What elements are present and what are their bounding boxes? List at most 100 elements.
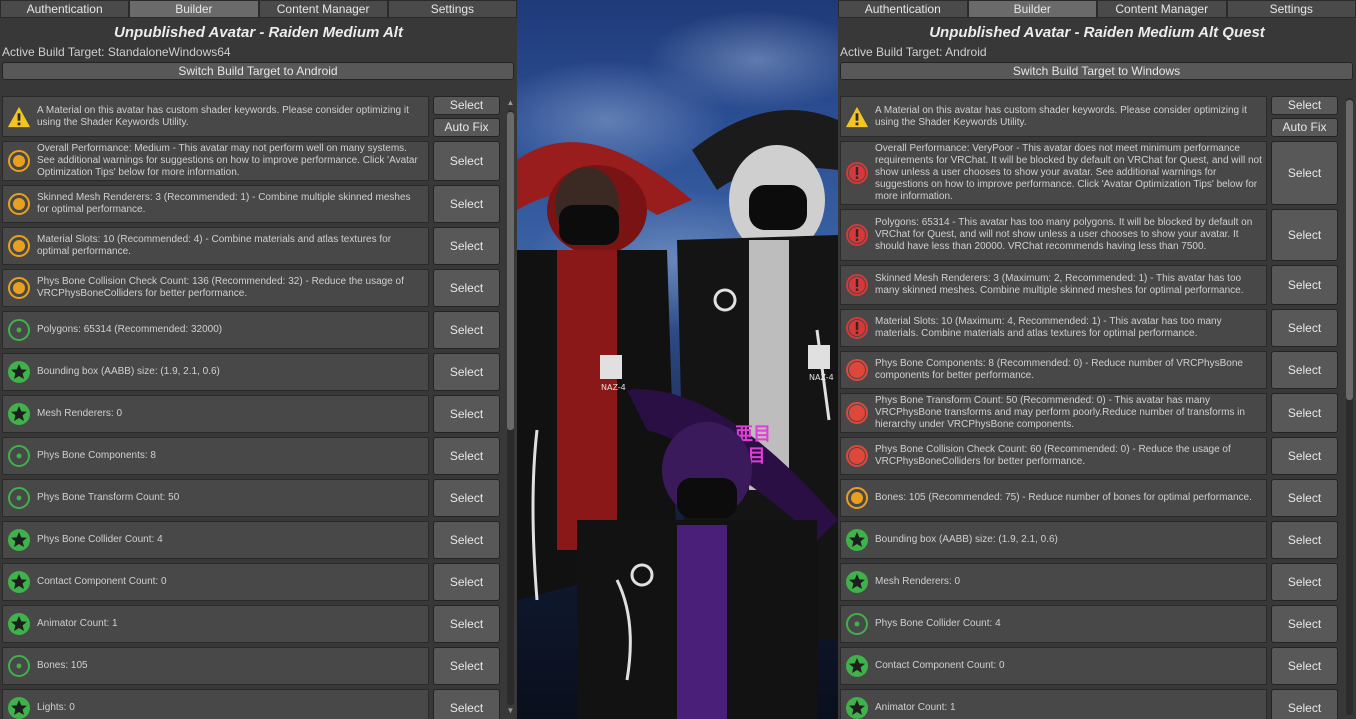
row-actions: Select bbox=[433, 311, 500, 349]
select-button[interactable]: Select bbox=[1271, 647, 1338, 685]
select-button[interactable]: Select bbox=[1271, 96, 1338, 115]
performance-message-text: Phys Bone Collider Count: 4 bbox=[875, 618, 1001, 629]
performance-message: Polygons: 65314 - This avatar has too ma… bbox=[840, 209, 1267, 261]
scroll-up-arrow[interactable]: ▲ bbox=[506, 98, 515, 107]
chest-patch-text: NAZ-4 bbox=[809, 373, 834, 382]
performance-row: Bounding box (AABB) size: (1.9, 2.1, 0.6… bbox=[2, 353, 503, 391]
poor-rating-icon bbox=[845, 358, 869, 382]
performance-row: Overall Performance: Medium - This avata… bbox=[2, 141, 503, 181]
performance-row: Skinned Mesh Renderers: 3 (Recommended: … bbox=[2, 185, 503, 223]
performance-message-text: Bounding box (AABB) size: (1.9, 2.1, 0.6… bbox=[37, 366, 220, 377]
switch-build-target-button[interactable]: Switch Build Target to Windows bbox=[840, 62, 1353, 80]
face-mask bbox=[749, 185, 807, 230]
select-button[interactable]: Select bbox=[1271, 141, 1338, 205]
performance-message: Skinned Mesh Renderers: 3 (Maximum: 2, R… bbox=[840, 265, 1267, 305]
switch-build-target-button[interactable]: Switch Build Target to Android bbox=[2, 62, 514, 80]
row-actions: Select bbox=[1271, 563, 1338, 601]
excellent-rating-icon bbox=[7, 360, 31, 384]
auto-fix-button[interactable]: Auto Fix bbox=[1271, 118, 1338, 137]
performance-message: Bounding box (AABB) size: (1.9, 2.1, 0.6… bbox=[2, 353, 429, 391]
performance-row: Bones: 105 (Recommended: 75) - Reduce nu… bbox=[840, 479, 1352, 517]
performance-message-text: Overall Performance: VeryPoor - This ava… bbox=[875, 143, 1262, 202]
performance-message: Mesh Renderers: 0 bbox=[840, 563, 1267, 601]
row-actions: Select bbox=[1271, 437, 1338, 475]
select-button[interactable]: Select bbox=[1271, 563, 1338, 601]
auto-fix-button[interactable]: Auto Fix bbox=[433, 118, 500, 137]
avatar-preview-image: 亜目 5目 NAZ-4 NAZ-4 bbox=[517, 10, 838, 719]
performance-message: Material Slots: 10 (Maximum: 4, Recommen… bbox=[840, 309, 1267, 347]
performance-row: Overall Performance: VeryPoor - This ava… bbox=[840, 141, 1352, 205]
row-actions: Select bbox=[433, 689, 500, 719]
select-button[interactable]: Select bbox=[433, 353, 500, 391]
warning-icon bbox=[845, 105, 869, 129]
performance-message: Skinned Mesh Renderers: 3 (Recommended: … bbox=[2, 185, 429, 223]
performance-message: Phys Bone Components: 8 bbox=[2, 437, 429, 475]
performance-message: Phys Bone Collision Check Count: 60 (Rec… bbox=[840, 437, 1267, 475]
performance-row: Phys Bone Collider Count: 4 Select bbox=[840, 605, 1352, 643]
tab-authentication[interactable]: Authentication bbox=[0, 0, 130, 18]
performance-message-text: Contact Component Count: 0 bbox=[875, 660, 1005, 671]
scrollbar[interactable] bbox=[1345, 98, 1354, 715]
performance-message-text: Skinned Mesh Renderers: 3 (Recommended: … bbox=[37, 192, 411, 215]
select-button[interactable]: Select bbox=[1271, 209, 1338, 261]
select-button[interactable]: Select bbox=[433, 605, 500, 643]
scroll-thumb[interactable] bbox=[1346, 100, 1353, 400]
good-rating-icon bbox=[7, 654, 31, 678]
right-tab-bar: Authentication Builder Content Manager S… bbox=[838, 0, 1356, 18]
select-button[interactable]: Select bbox=[433, 563, 500, 601]
tab-builder[interactable]: Builder bbox=[967, 0, 1097, 18]
performance-message: Material Slots: 10 (Recommended: 4) - Co… bbox=[2, 227, 429, 265]
row-actions: Select bbox=[433, 185, 500, 223]
select-button[interactable]: Select bbox=[433, 521, 500, 559]
performance-message-text: Bones: 105 (Recommended: 75) - Reduce nu… bbox=[875, 492, 1252, 503]
select-button[interactable]: Select bbox=[1271, 351, 1338, 389]
select-button[interactable]: Select bbox=[433, 185, 500, 223]
performance-message-text: Contact Component Count: 0 bbox=[37, 576, 167, 587]
face-mask bbox=[559, 205, 619, 245]
select-button[interactable]: Select bbox=[1271, 265, 1338, 305]
performance-row: Phys Bone Components: 8 Select bbox=[2, 437, 503, 475]
select-button[interactable]: Select bbox=[433, 311, 500, 349]
select-button[interactable]: Select bbox=[433, 395, 500, 433]
select-button[interactable]: Select bbox=[1271, 309, 1338, 347]
tab-settings[interactable]: Settings bbox=[1226, 0, 1356, 18]
select-button[interactable]: Select bbox=[1271, 393, 1338, 433]
select-button[interactable]: Select bbox=[433, 437, 500, 475]
performance-message-text: Skinned Mesh Renderers: 3 (Maximum: 2, R… bbox=[875, 273, 1244, 296]
tab-builder[interactable]: Builder bbox=[129, 0, 259, 18]
scroll-thumb[interactable] bbox=[507, 112, 514, 430]
select-button[interactable]: Select bbox=[1271, 605, 1338, 643]
row-actions: Select bbox=[433, 563, 500, 601]
select-button[interactable]: Select bbox=[433, 227, 500, 265]
performance-message: Overall Performance: VeryPoor - This ava… bbox=[840, 141, 1267, 205]
select-button[interactable]: Select bbox=[433, 647, 500, 685]
select-button[interactable]: Select bbox=[433, 269, 500, 307]
row-actions: Select bbox=[433, 479, 500, 517]
select-button[interactable]: Select bbox=[433, 141, 500, 181]
select-button[interactable]: Select bbox=[1271, 521, 1338, 559]
left-tab-bar: Authentication Builder Content Manager S… bbox=[0, 0, 517, 18]
performance-message: Contact Component Count: 0 bbox=[840, 647, 1267, 685]
tab-settings[interactable]: Settings bbox=[387, 0, 517, 18]
row-actions: Select bbox=[1271, 689, 1338, 719]
select-button[interactable]: Select bbox=[433, 479, 500, 517]
good-rating-icon bbox=[845, 612, 869, 636]
tab-content-manager[interactable]: Content Manager bbox=[258, 0, 388, 18]
select-button[interactable]: Select bbox=[433, 96, 500, 115]
select-button[interactable]: Select bbox=[1271, 437, 1338, 475]
tab-authentication[interactable]: Authentication bbox=[838, 0, 968, 18]
scroll-down-arrow[interactable]: ▼ bbox=[506, 706, 515, 715]
performance-message: Phys Bone Transform Count: 50 bbox=[2, 479, 429, 517]
scrollbar[interactable]: ▲ ▼ bbox=[506, 98, 515, 715]
performance-message: Phys Bone Collider Count: 4 bbox=[2, 521, 429, 559]
performance-message: Overall Performance: Medium - This avata… bbox=[2, 141, 429, 181]
select-button[interactable]: Select bbox=[1271, 689, 1338, 719]
performance-message-text: Phys Bone Collider Count: 4 bbox=[37, 534, 163, 545]
performance-message: A Material on this avatar has custom sha… bbox=[2, 96, 429, 137]
select-button[interactable]: Select bbox=[433, 689, 500, 719]
performance-list: A Material on this avatar has custom sha… bbox=[2, 96, 503, 719]
select-button[interactable]: Select bbox=[1271, 479, 1338, 517]
tab-content-manager[interactable]: Content Manager bbox=[1097, 0, 1227, 18]
very-poor-rating-icon bbox=[845, 316, 869, 340]
row-actions: Select bbox=[1271, 209, 1338, 261]
